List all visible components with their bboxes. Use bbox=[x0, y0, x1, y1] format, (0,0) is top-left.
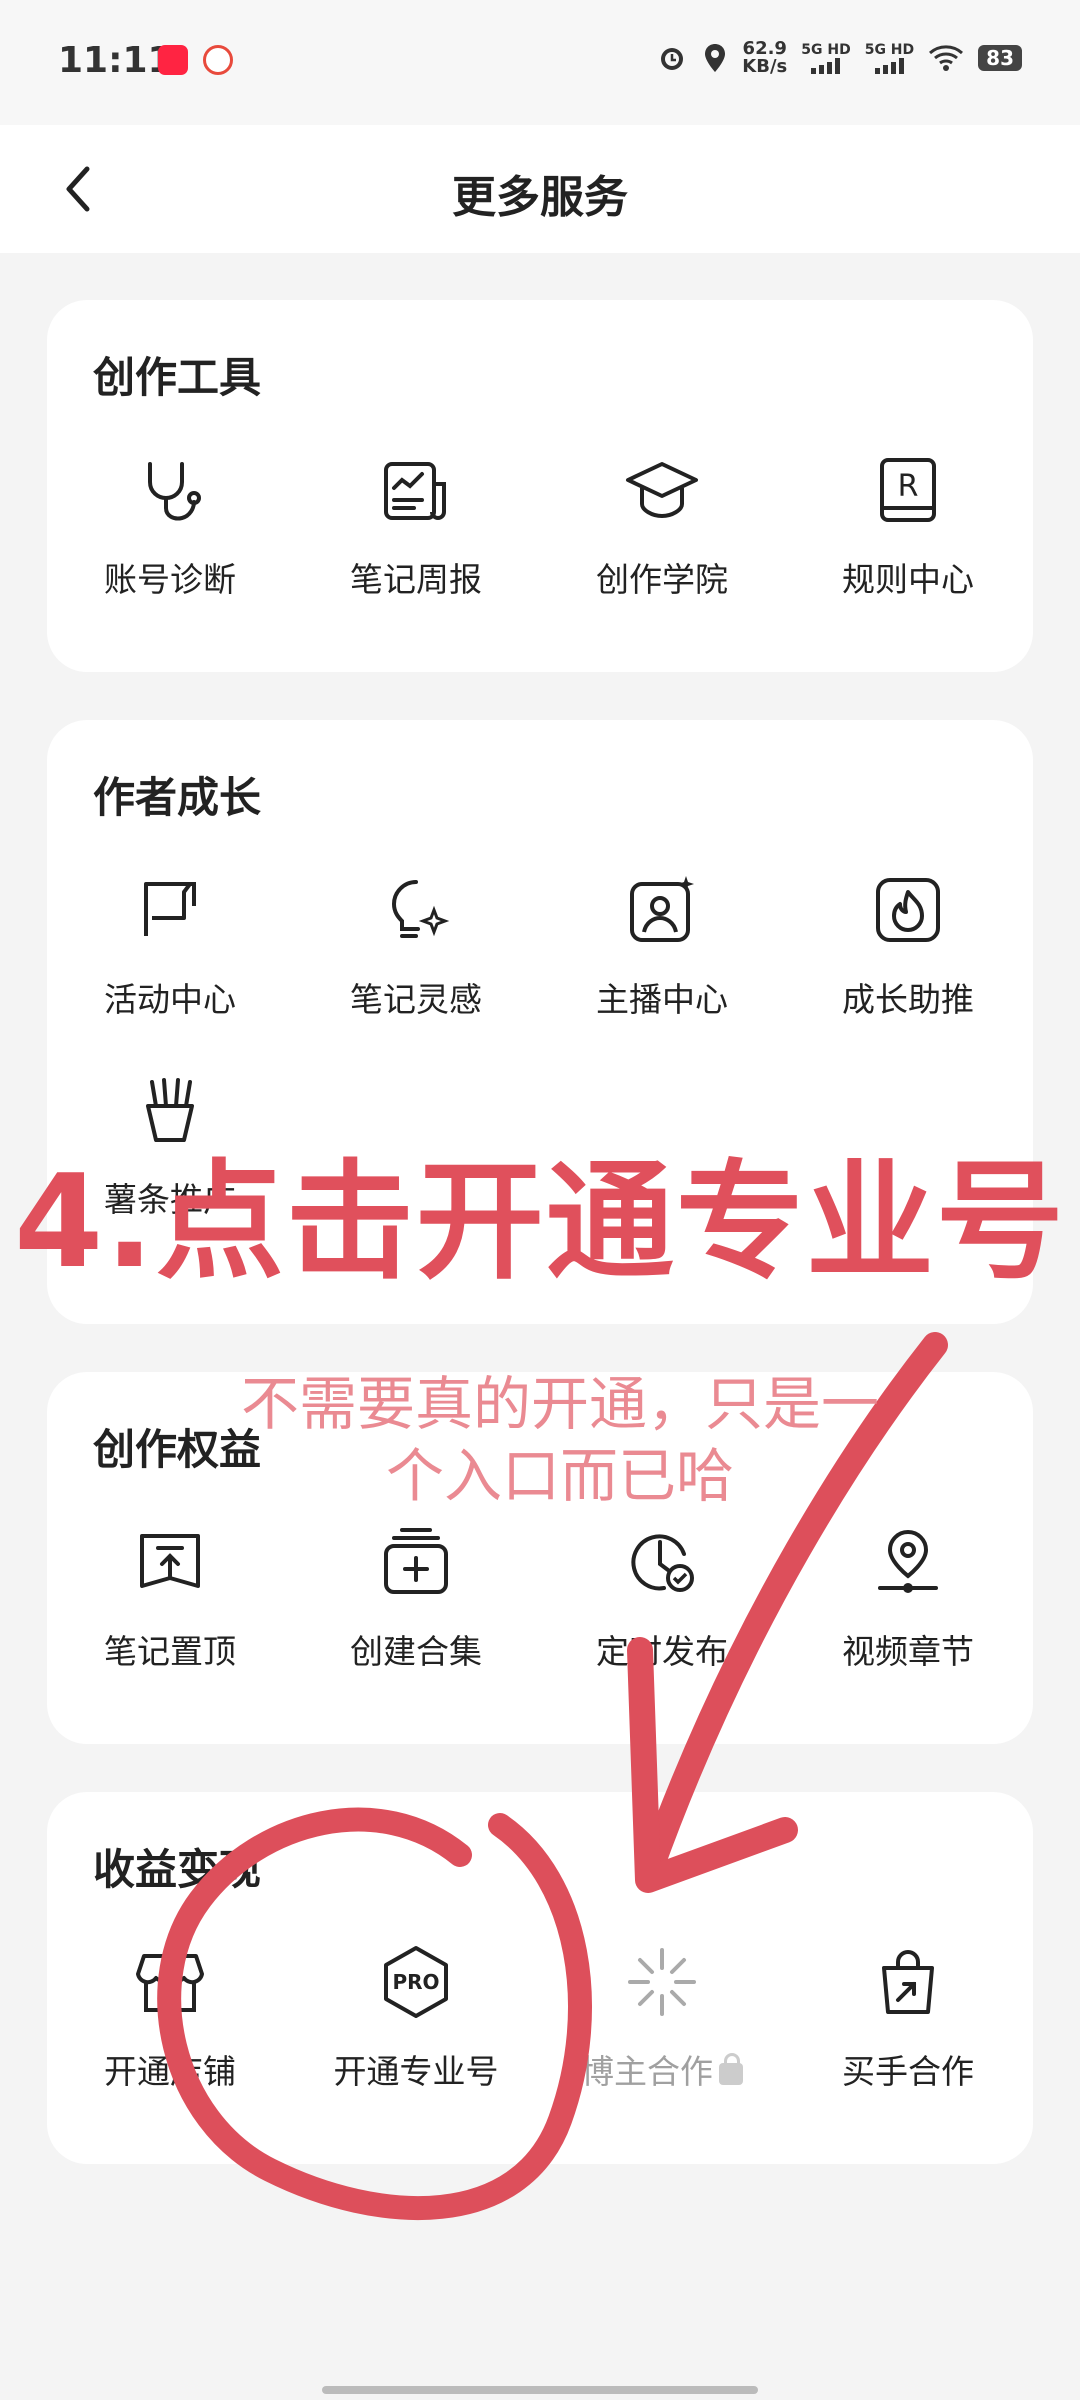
net-speed-unit: KB/s bbox=[742, 56, 788, 77]
location-icon bbox=[705, 44, 726, 72]
pin-top-icon bbox=[140, 1534, 200, 1588]
signal-1: 5G HD bbox=[801, 42, 851, 74]
signal-1-label: 5G HD bbox=[801, 42, 851, 58]
section-monetization: 收益变现 开通店铺 PRO 开通专业号 博主合作 买手合作 bbox=[47, 1792, 1033, 2164]
flame-icon bbox=[876, 878, 940, 942]
weekly-report-button[interactable]: 笔记周报 bbox=[293, 450, 539, 650]
open-store-button[interactable]: 开通店铺 bbox=[47, 1942, 293, 2142]
flag-icon bbox=[144, 882, 196, 936]
home-indicator[interactable] bbox=[322, 2386, 758, 2394]
svg-text:R: R bbox=[898, 469, 919, 504]
alarm-icon bbox=[661, 48, 684, 70]
nav-bar: 更多服务 bbox=[0, 125, 1080, 253]
item-label: 笔记周报 bbox=[350, 560, 482, 599]
instruction-overlay-text: 4.点击开通专业号 bbox=[14, 1148, 1066, 1297]
rule-book-icon: R bbox=[880, 458, 936, 522]
blogger-cooperation-button[interactable]: 博主合作 bbox=[539, 1942, 785, 2142]
video-chapter-icon bbox=[878, 1529, 938, 1593]
item-label: 活动中心 bbox=[104, 980, 236, 1019]
signal-2-label: 5G HD bbox=[864, 42, 915, 58]
section-title: 收益变现 bbox=[93, 1845, 262, 1894]
stethoscope-icon bbox=[148, 462, 201, 521]
item-label: 笔记置顶 bbox=[104, 1632, 236, 1671]
scheduled-publish-button[interactable]: 定时发布 bbox=[539, 1522, 785, 1722]
item-label: 账号诊断 bbox=[104, 560, 236, 599]
pro-badge-icon: PRO bbox=[384, 1946, 448, 2018]
buyer-cooperation-button[interactable]: 买手合作 bbox=[785, 1942, 1031, 2142]
status-bar: 11:11 62.9 KB/s 5G HD 5G HD 83 bbox=[0, 0, 1080, 125]
battery-indicator: 83 bbox=[978, 45, 1022, 71]
streamer-center-button[interactable]: 主播中心 bbox=[539, 870, 785, 1070]
growth-boost-button[interactable]: 成长助推 bbox=[785, 870, 1031, 1070]
item-label: 买手合作 bbox=[842, 2052, 974, 2091]
page-title: 更多服务 bbox=[452, 172, 628, 223]
item-label: 规则中心 bbox=[842, 560, 974, 599]
xiaohongshu-app-icon bbox=[158, 45, 188, 75]
wifi-icon bbox=[929, 45, 964, 71]
signal-2: 5G HD bbox=[865, 42, 914, 74]
section-creation-tools: 创作工具 账号诊断 笔记周报 创作学院 R 规则中心 bbox=[47, 300, 1033, 672]
open-pro-account-button[interactable]: PRO 开通专业号 bbox=[293, 1942, 539, 2142]
account-diagnosis-button[interactable]: 账号诊断 bbox=[47, 450, 293, 650]
rules-center-button[interactable]: R 规则中心 bbox=[785, 450, 1031, 650]
section-title: 创作工具 bbox=[93, 353, 262, 402]
item-label: 创作学院 bbox=[596, 560, 728, 599]
item-label: 成长助推 bbox=[842, 980, 974, 1019]
status-icons: 62.9 KB/s 5G HD 5G HD 83 bbox=[656, 40, 1022, 76]
lock-icon bbox=[719, 2052, 743, 2085]
section-title: 作者成长 bbox=[93, 773, 262, 822]
net-speed: 62.9 KB/s bbox=[742, 40, 787, 76]
shopping-bag-icon bbox=[882, 1950, 934, 2014]
pro-badge-text: PRO bbox=[392, 1970, 439, 1994]
sparkle-icon bbox=[628, 1948, 696, 2016]
item-label: 定时发布 bbox=[596, 1632, 728, 1671]
item-label: 创建合集 bbox=[350, 1632, 482, 1671]
item-label: 开通店铺 bbox=[104, 2052, 236, 2091]
report-chart-icon bbox=[384, 462, 446, 520]
anchor-user-icon bbox=[630, 876, 694, 942]
activity-center-button[interactable]: 活动中心 bbox=[47, 870, 293, 1070]
item-label: 博主合作 bbox=[539, 2045, 785, 2093]
creator-academy-button[interactable]: 创作学院 bbox=[539, 450, 785, 650]
item-label: 主播中心 bbox=[596, 980, 728, 1019]
create-collection-button[interactable]: 创建合集 bbox=[293, 1522, 539, 1722]
pin-note-button[interactable]: 笔记置顶 bbox=[47, 1522, 293, 1722]
video-chapter-button[interactable]: 视频章节 bbox=[785, 1522, 1031, 1722]
app-notification-icon bbox=[203, 45, 233, 75]
clock-check-icon bbox=[631, 1534, 694, 1592]
item-label: 开通专业号 bbox=[333, 2052, 499, 2091]
lightbulb-sparkle-icon bbox=[391, 880, 450, 938]
status-time: 11:11 bbox=[58, 40, 173, 81]
item-label: 笔记灵感 bbox=[350, 980, 482, 1019]
graduation-cap-icon bbox=[626, 462, 698, 519]
item-label: 视频章节 bbox=[842, 1632, 974, 1671]
store-icon bbox=[136, 1954, 204, 2012]
collection-add-icon bbox=[384, 1528, 448, 1594]
note-inspiration-button[interactable]: 笔记灵感 bbox=[293, 870, 539, 1070]
instruction-note-text: 不需要真的开通，只是一个入口而已哈 bbox=[240, 1370, 879, 1510]
item-label-text: 博主合作 bbox=[581, 2052, 713, 2091]
